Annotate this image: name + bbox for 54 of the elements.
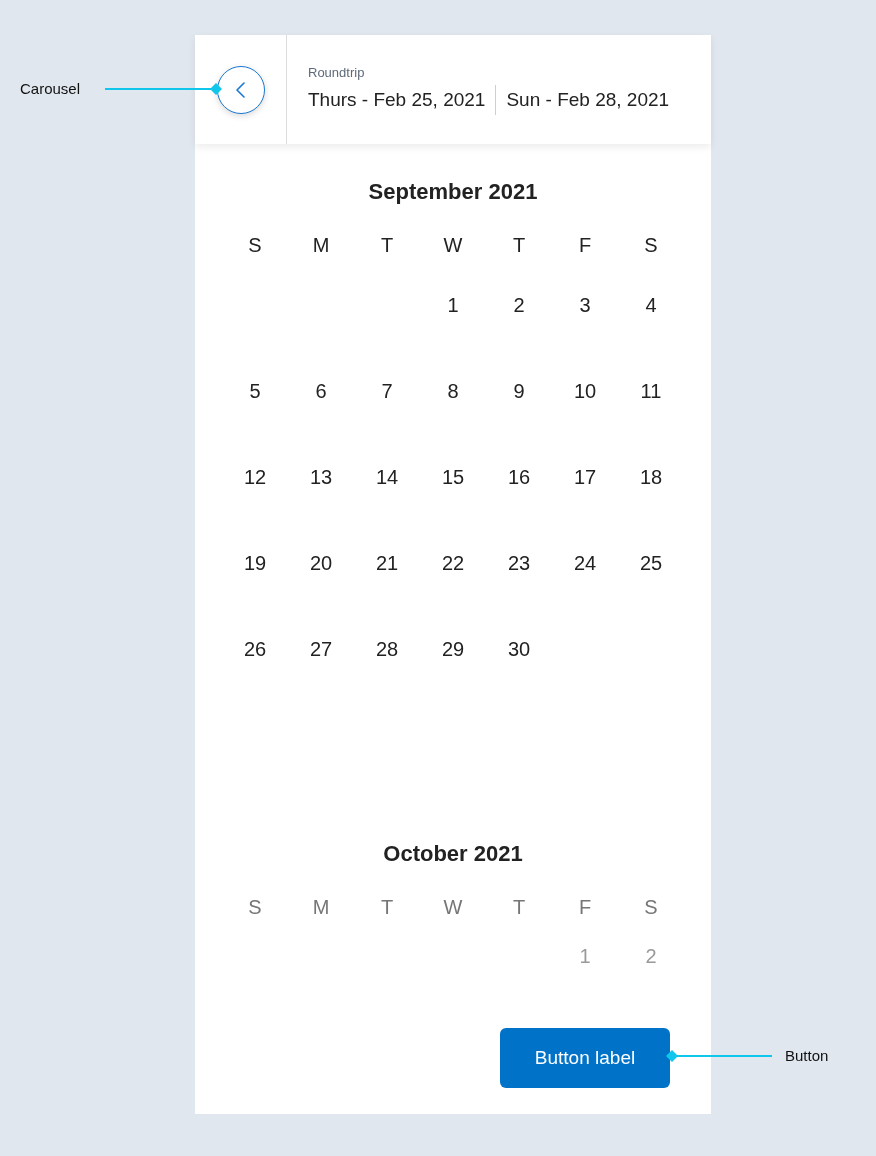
calendar-day[interactable]: 20 [309,551,333,575]
weekday-label: S [248,233,262,257]
calendar-day[interactable]: 29 [441,637,465,661]
calendar-day[interactable]: 14 [375,465,399,489]
month-title: September 2021 [368,178,538,206]
weekday-label: F [578,895,592,919]
calendar-day[interactable]: 23 [507,551,531,575]
trip-type-label: Roundtrip [308,64,365,80]
departure-date: Thurs - Feb 25, 2021 [308,88,486,111]
calendar-day[interactable]: 5 [249,379,261,403]
calendar-day[interactable]: 28 [375,637,399,661]
calendar-day[interactable]: 21 [375,551,399,575]
weekday-label: T [380,233,394,257]
calendar-day[interactable]: 15 [441,465,465,489]
calendar-day[interactable]: 26 [243,637,267,661]
calendar-day[interactable]: 25 [639,551,663,575]
month-title: October 2021 [383,840,523,868]
annotation-label: Button [785,1047,829,1064]
calendar-day[interactable]: 24 [573,551,597,575]
calendar-day[interactable]: 7 [381,379,393,403]
calendar-day[interactable]: 10 [573,379,597,403]
weekday-label: M [312,895,330,919]
weekday-label: T [512,895,526,919]
calendar-day[interactable]: 11 [640,379,662,403]
calendar-day[interactable]: 16 [507,465,531,489]
calendar-day[interactable]: 19 [243,551,267,575]
calendar-day[interactable]: 13 [309,465,333,489]
weekday-label: S [644,895,658,919]
calendar-day[interactable]: 4 [645,293,657,317]
weekday-label: T [380,895,394,919]
calendar-day[interactable]: 6 [315,379,327,403]
back-button[interactable] [216,65,265,114]
weekday-label: S [248,895,262,919]
calendar-day[interactable]: 17 [573,465,597,489]
weekday-label: W [443,233,463,257]
calendar-day[interactable]: 30 [507,637,531,661]
calendar-day[interactable]: 3 [579,293,591,317]
weekday-label: M [312,233,330,257]
weekday-label: W [443,895,463,919]
weekday-label: T [512,233,526,257]
calendar-day[interactable]: 27 [309,637,333,661]
annotation-label: Carousel [20,80,81,97]
calendar-day[interactable]: 2 [513,293,525,317]
calendar-day[interactable]: 1 [447,293,459,317]
weekday-label: S [644,233,658,257]
calendar-day[interactable]: 8 [447,379,459,403]
weekday-label: F [578,233,592,257]
calendar-day[interactable]: 12 [243,465,267,489]
calendar-day[interactable]: 9 [513,379,525,403]
calendar-day[interactable]: 22 [441,551,465,575]
primary-button[interactable]: Button label [500,1028,670,1088]
calendar-day[interactable]: 18 [639,465,663,489]
chevron-left-icon [236,81,245,98]
return-date: Sun - Feb 28, 2021 [506,88,670,111]
